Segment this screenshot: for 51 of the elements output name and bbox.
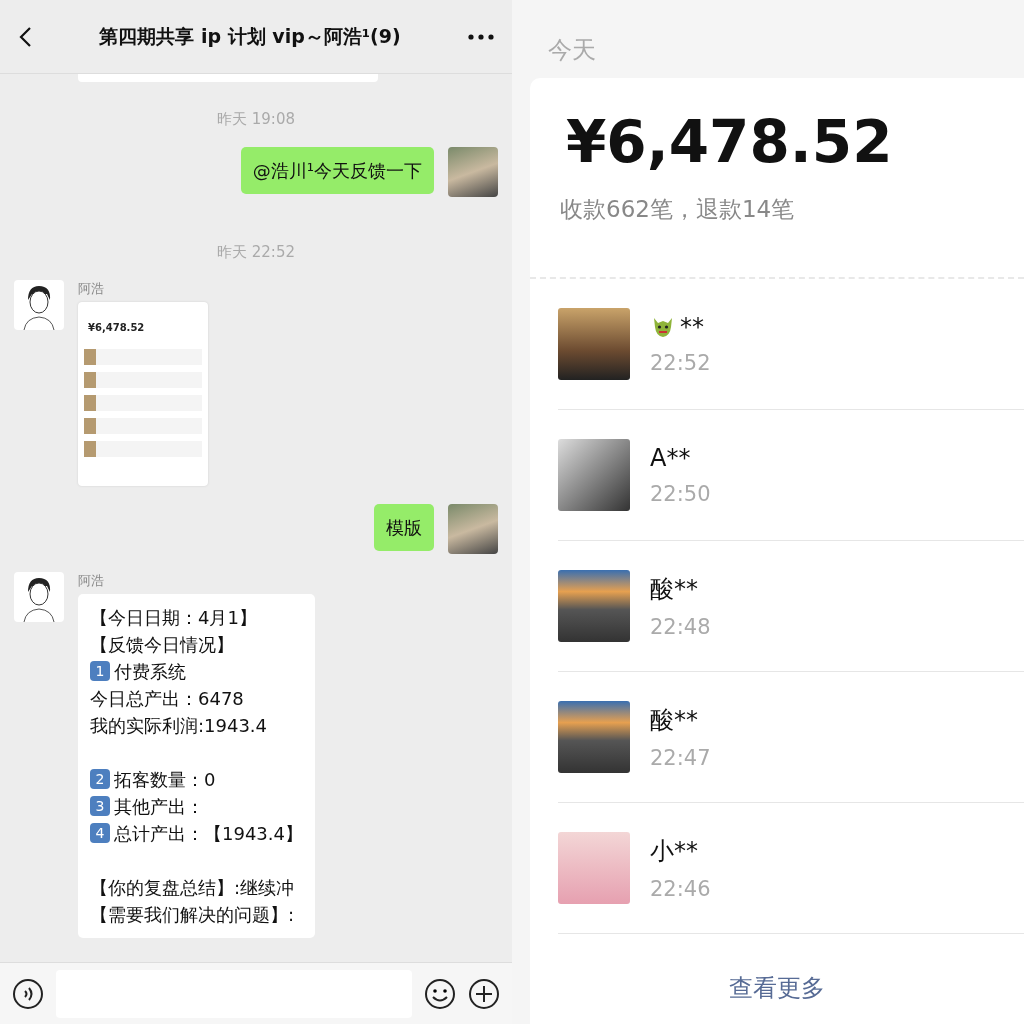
avatar-photo[interactable]: [448, 147, 498, 197]
total-amount: ¥6,478.52: [565, 107, 894, 176]
photo-placeholder: [558, 832, 630, 904]
message-text: 【你的复盘总结】:继续冲: [90, 876, 295, 900]
number-badge: 3: [90, 796, 110, 816]
payment-time: 22:50: [650, 482, 711, 506]
payer-name: 酸**: [650, 574, 698, 605]
avatar-icon: [14, 572, 64, 622]
message-text: 【今日日期：4月1】: [90, 606, 257, 630]
payment-time: 22:46: [650, 877, 711, 901]
add-icon[interactable]: [468, 977, 500, 1010]
summary-text: 收款662笔，退款14笔: [559, 195, 796, 224]
payer-name: A**: [650, 444, 691, 472]
photo-placeholder: [558, 439, 630, 511]
sender-name: 阿浩: [78, 280, 105, 298]
emoji-icon[interactable]: [424, 977, 456, 1010]
message-text: 【反馈今日情况】: [90, 633, 234, 657]
payment-time: 22:47: [650, 746, 711, 770]
number-badge: 4: [90, 823, 110, 843]
payment-time: 22:48: [650, 615, 711, 639]
message-text: 今日总产出：6478: [90, 687, 244, 711]
payer-name: 酸**: [650, 705, 698, 736]
message-text: 【需要我们解决的问题】:: [90, 903, 295, 927]
amount-text: ¥6,478.52: [87, 322, 146, 333]
back-icon[interactable]: [18, 25, 32, 48]
avatar-photo[interactable]: [448, 504, 498, 554]
number-badge: 2: [90, 769, 110, 789]
timestamp: 昨天 19:08: [217, 110, 295, 129]
message-text: 其他产出：: [114, 795, 204, 819]
date-heading: 今天: [547, 35, 597, 66]
screenshot-image[interactable]: ¥6,478.52: [78, 302, 208, 486]
view-more-link[interactable]: 查看更多: [729, 972, 825, 1004]
timestamp: 昨天 22:52: [217, 243, 295, 262]
sender-name: 阿浩: [78, 572, 105, 590]
chat-title: 第四期共享 ip 计划 vip～阿浩¹(9): [99, 23, 401, 49]
message-text: 我的实际利润:1943.4: [90, 714, 268, 738]
photo-placeholder: [558, 570, 630, 642]
message-text: 拓客数量：0: [114, 768, 216, 792]
payer-name: 小**: [650, 836, 698, 867]
photo-placeholder: [558, 308, 630, 380]
payment-time: 22:52: [650, 351, 711, 375]
more-icon[interactable]: [468, 33, 494, 40]
message-text: 付费系统: [114, 660, 186, 684]
avatar-icon: [14, 280, 64, 330]
message-text: 总计产出：【1943.4】: [114, 822, 303, 846]
message-text: 模版: [386, 516, 422, 540]
voice-icon[interactable]: [12, 977, 44, 1010]
photo-placeholder: [558, 701, 630, 773]
payer-name: **: [680, 313, 704, 341]
number-badge: 1: [90, 661, 110, 681]
message-text: @浩川¹今天反馈一下: [252, 159, 422, 183]
